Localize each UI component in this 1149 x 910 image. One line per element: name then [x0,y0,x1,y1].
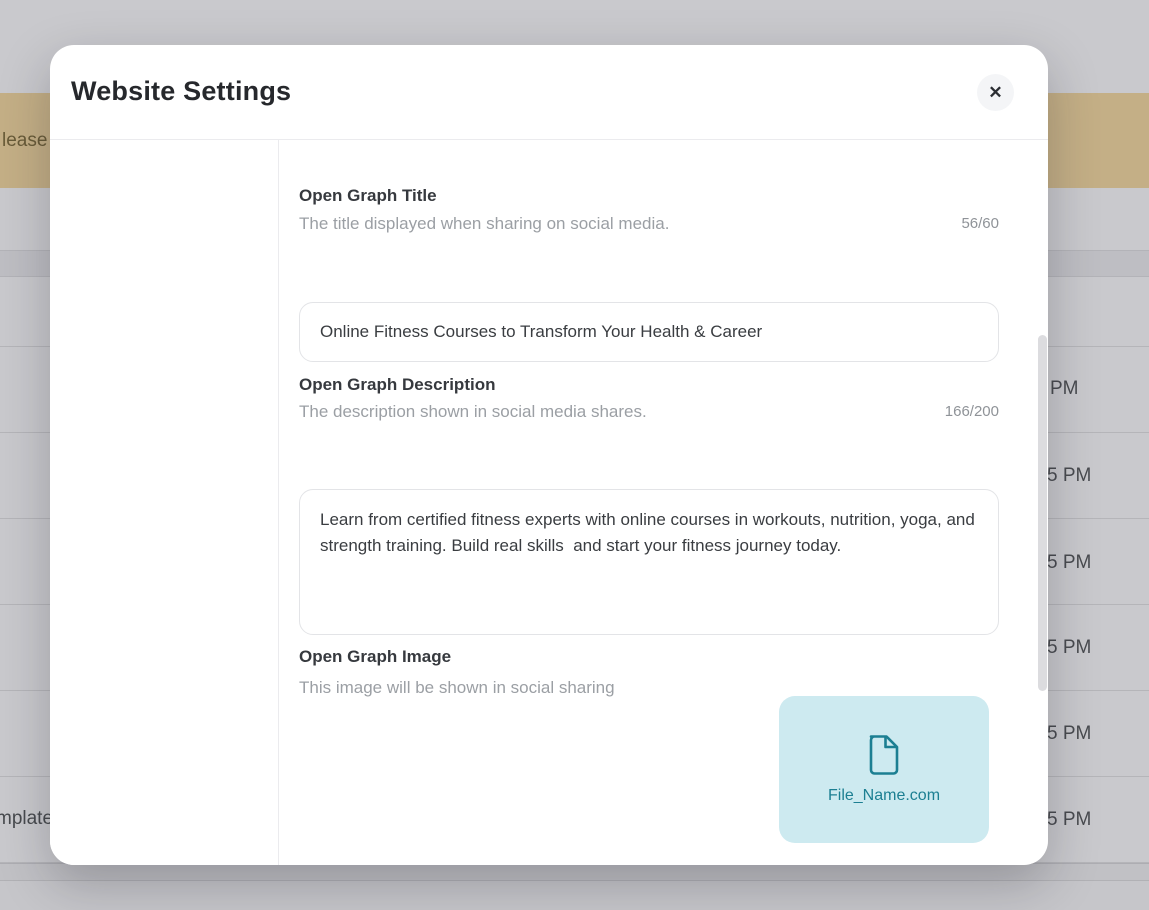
close-icon: ✕ [988,84,1002,101]
og-description-label: Open Graph Description [299,375,495,395]
og-description-textarea[interactable]: Learn from certified fitness experts wit… [299,489,999,635]
close-button[interactable]: ✕ [977,74,1014,111]
file-icon [868,735,900,775]
modal-header: Website Settings ✕ [50,45,1048,140]
og-title-input[interactable] [299,302,999,362]
modal-scrollbar-thumb[interactable] [1038,335,1047,691]
og-title-counter: 56/60 [961,215,999,232]
modal-content: Open Graph Title The title displayed whe… [299,140,999,865]
og-description-help: The description shown in social media sh… [299,402,647,422]
modal-side-panel [50,140,279,865]
og-image-preview[interactable]: File_Name.com [779,696,989,843]
og-image-file-name: File_Name.com [828,787,940,805]
og-description-counter: 166/200 [945,403,999,420]
og-title-label: Open Graph Title [299,186,437,206]
modal-title: Website Settings [71,76,291,107]
og-title-help: The title displayed when sharing on soci… [299,214,669,234]
og-image-label: Open Graph Image [299,647,451,667]
og-image-help: This image will be shown in social shari… [299,678,615,698]
screen: lease re PM 5 PM 5 PM 5 PM 5 PM 5 PM mpl… [0,0,1149,910]
website-settings-modal: Website Settings ✕ Open Graph Title The … [50,45,1048,865]
